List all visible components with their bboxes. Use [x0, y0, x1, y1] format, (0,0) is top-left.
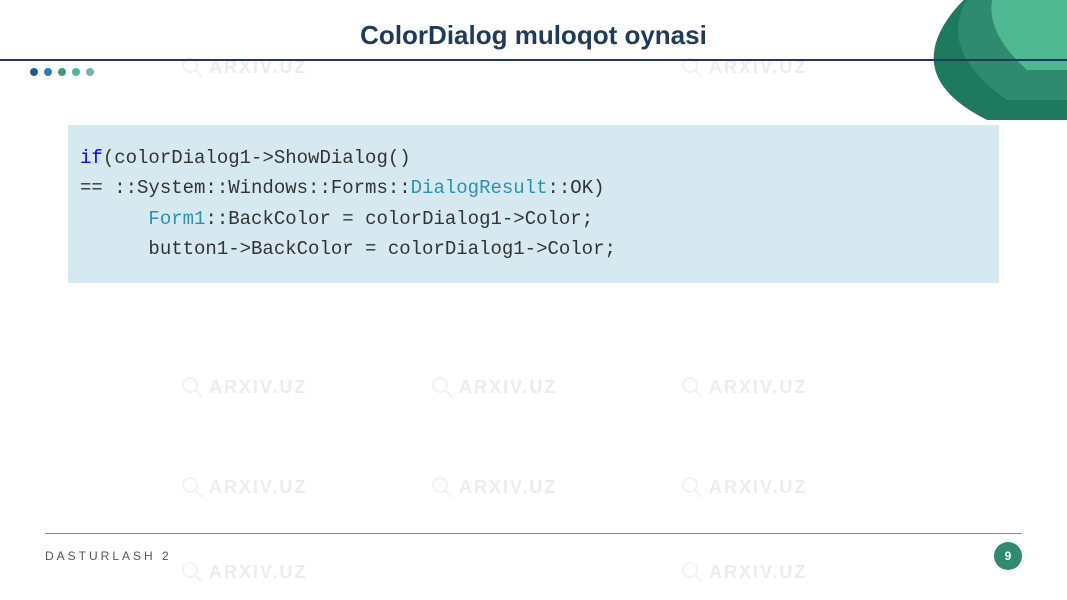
- decorative-dots: [30, 68, 94, 76]
- dot: [72, 68, 80, 76]
- slide-title: ColorDialog muloqot oynasi: [0, 20, 1067, 51]
- watermark: ARXIV.UZ: [680, 475, 807, 499]
- dot: [58, 68, 66, 76]
- watermark: ARXIV.UZ: [180, 375, 307, 399]
- code-line: if(colorDialog1->ShowDialog(): [80, 143, 987, 173]
- code-line: == ::System::Windows::Forms::DialogResul…: [80, 173, 987, 203]
- title-underline: [0, 59, 1067, 61]
- watermark: ARXIV.UZ: [680, 375, 807, 399]
- page-number: 9: [994, 542, 1022, 570]
- watermark: ARXIV.UZ: [430, 375, 557, 399]
- footer: DASTURLASH 2 9: [45, 533, 1022, 570]
- code-line: Form1::BackColor = colorDialog1->Color;: [80, 204, 987, 234]
- type-form1: Form1: [148, 208, 205, 230]
- dot: [30, 68, 38, 76]
- watermark: ARXIV.UZ: [430, 475, 557, 499]
- type-dialogresult: DialogResult: [411, 177, 548, 199]
- dot: [86, 68, 94, 76]
- dot: [44, 68, 52, 76]
- footer-text: DASTURLASH 2: [45, 549, 172, 563]
- watermark: ARXIV.UZ: [180, 475, 307, 499]
- title-area: ColorDialog muloqot oynasi: [0, 20, 1067, 61]
- code-line: button1->BackColor = colorDialog1->Color…: [80, 234, 987, 264]
- code-block: if(colorDialog1->ShowDialog() == ::Syste…: [68, 125, 999, 283]
- keyword-if: if: [80, 147, 103, 169]
